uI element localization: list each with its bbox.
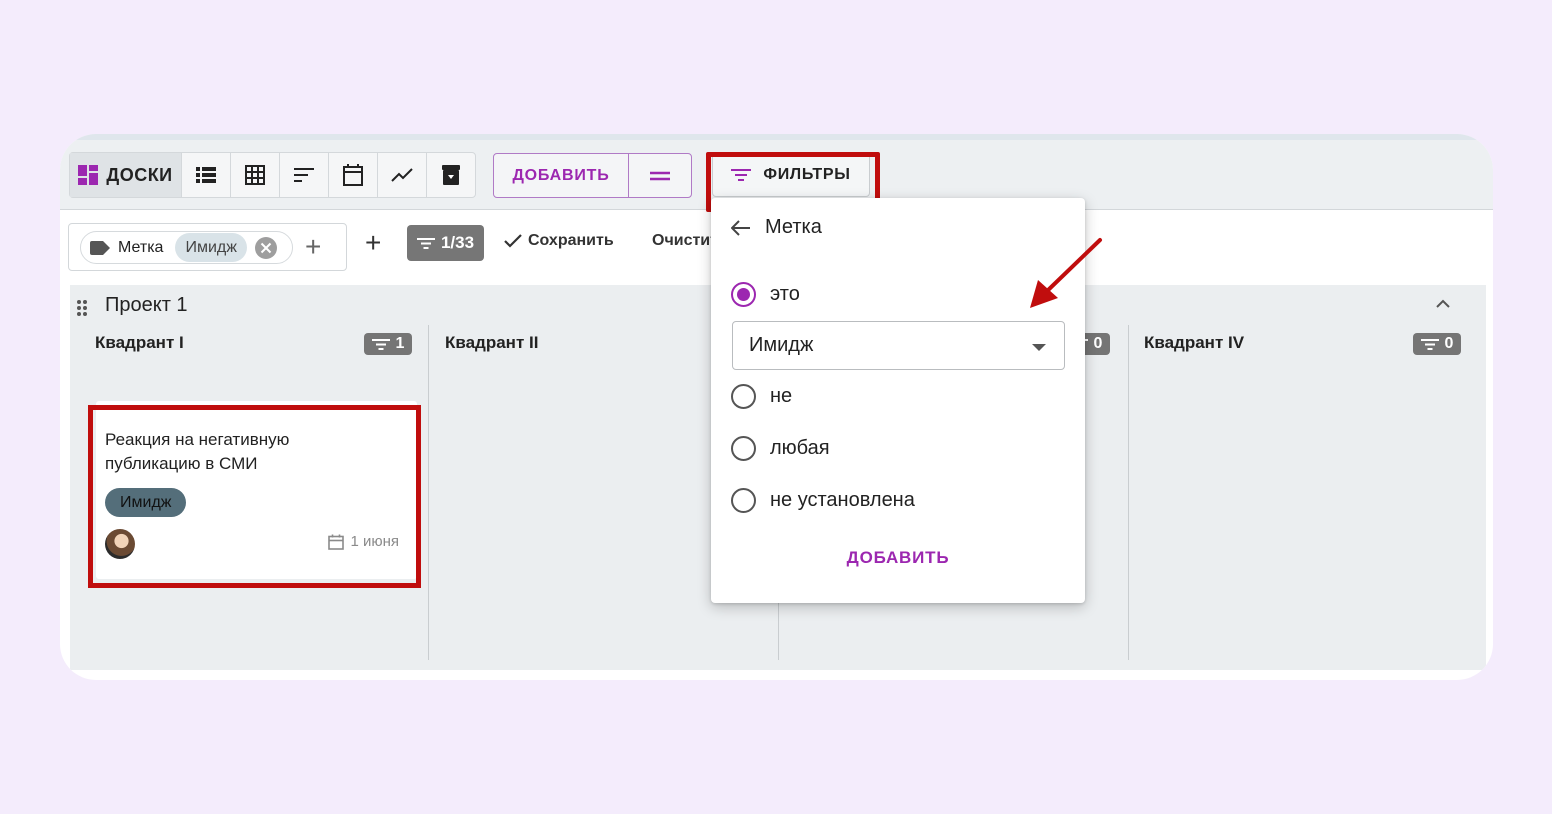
arrow-back-icon[interactable] bbox=[731, 219, 751, 236]
archive-view-button[interactable] bbox=[426, 153, 475, 197]
annotation-arrow-icon bbox=[1030, 238, 1102, 308]
drag-handle-icon[interactable] bbox=[76, 299, 88, 317]
list-icon bbox=[196, 167, 216, 183]
filter-icon bbox=[371, 338, 390, 350]
add-chip-button[interactable]: + bbox=[305, 232, 321, 262]
boards-view-label: ДОСКИ bbox=[106, 164, 173, 185]
radio-option-not[interactable]: не bbox=[731, 384, 792, 409]
filter-icon bbox=[416, 237, 435, 249]
calendar-view-button[interactable] bbox=[328, 153, 377, 197]
chart-view-button[interactable] bbox=[377, 153, 426, 197]
clear-filter-label: Очистить bbox=[652, 232, 714, 249]
add-menu-button[interactable] bbox=[629, 154, 691, 197]
grid-icon bbox=[245, 165, 265, 185]
clear-filter-button[interactable]: Очистить bbox=[644, 232, 714, 250]
list-view-button[interactable] bbox=[181, 153, 230, 197]
radio-button[interactable] bbox=[731, 488, 756, 513]
radio-button-selected[interactable] bbox=[731, 282, 756, 307]
radio-button[interactable] bbox=[731, 436, 756, 461]
label-select[interactable]: Имидж bbox=[732, 321, 1065, 370]
check-icon bbox=[504, 234, 522, 248]
chevron-up-icon[interactable] bbox=[1436, 299, 1450, 308]
save-filter-label: Сохранить bbox=[528, 232, 614, 249]
calendar-icon bbox=[343, 164, 363, 186]
remove-chip-icon[interactable] bbox=[254, 236, 278, 260]
equal-icon bbox=[650, 171, 670, 180]
add-button[interactable]: ДОБАВИТЬ bbox=[494, 154, 629, 197]
chip-label: Метка bbox=[118, 238, 164, 256]
radio-label: любая bbox=[770, 437, 830, 459]
save-filter-button[interactable]: Сохранить bbox=[504, 232, 614, 250]
boards-view-button[interactable]: ДОСКИ bbox=[70, 153, 181, 197]
label-tag-icon bbox=[90, 240, 110, 255]
boards-icon bbox=[78, 165, 99, 185]
trending-icon bbox=[391, 168, 413, 182]
radio-option-not-set[interactable]: не установлена bbox=[731, 488, 915, 513]
column-title: Квадрант II bbox=[445, 333, 539, 352]
column-count-badge: 1 bbox=[364, 333, 412, 355]
column-count: 0 bbox=[1444, 335, 1454, 352]
filter-chip[interactable]: Метка Имидж bbox=[80, 231, 293, 264]
column-count: 1 bbox=[395, 335, 405, 352]
view-switcher: ДОСКИ bbox=[69, 152, 476, 198]
chip-value: Имидж bbox=[175, 233, 247, 262]
dropdown-title: Метка bbox=[765, 216, 822, 238]
add-filter-button[interactable]: + bbox=[365, 229, 381, 257]
add-group: ДОБАВИТЬ bbox=[493, 153, 692, 198]
radio-label: не bbox=[770, 385, 793, 407]
radio-option-any[interactable]: любая bbox=[731, 436, 830, 461]
filter-count-badge[interactable]: 1/33 bbox=[407, 225, 484, 261]
filter-chip-box: Метка Имидж + bbox=[68, 223, 347, 271]
card-highlight-frame bbox=[88, 405, 421, 588]
column-count: 0 bbox=[1093, 335, 1103, 352]
caret-down-icon bbox=[1032, 344, 1046, 351]
filter-icon bbox=[1420, 338, 1439, 350]
project-title: Проект 1 bbox=[105, 294, 188, 316]
column-title: Квадрант IV bbox=[1144, 333, 1245, 352]
column-quadrant-1: Квадрант I 1 Реакция на негативную публи… bbox=[70, 325, 428, 660]
radio-label: это bbox=[770, 283, 800, 305]
archive-icon bbox=[442, 165, 460, 185]
radio-button[interactable] bbox=[731, 384, 756, 409]
sort-icon bbox=[294, 168, 314, 182]
chip-label-group: Метка bbox=[90, 239, 163, 257]
filter-count: 1/33 bbox=[440, 233, 475, 252]
select-value: Имидж bbox=[749, 334, 814, 356]
column-quadrant-4: Квадрант IV 0 bbox=[1129, 325, 1486, 660]
radio-option-is[interactable]: это bbox=[731, 282, 800, 307]
table-view-button[interactable] bbox=[230, 153, 279, 197]
column-title: Квадрант I bbox=[95, 333, 184, 352]
radio-label: не установлена bbox=[770, 489, 915, 511]
dropdown-add-button[interactable]: ДОБАВИТЬ bbox=[711, 548, 1085, 568]
dropdown-header: Метка bbox=[731, 216, 822, 239]
sort-view-button[interactable] bbox=[279, 153, 328, 197]
column-count-badge: 0 bbox=[1413, 333, 1461, 355]
